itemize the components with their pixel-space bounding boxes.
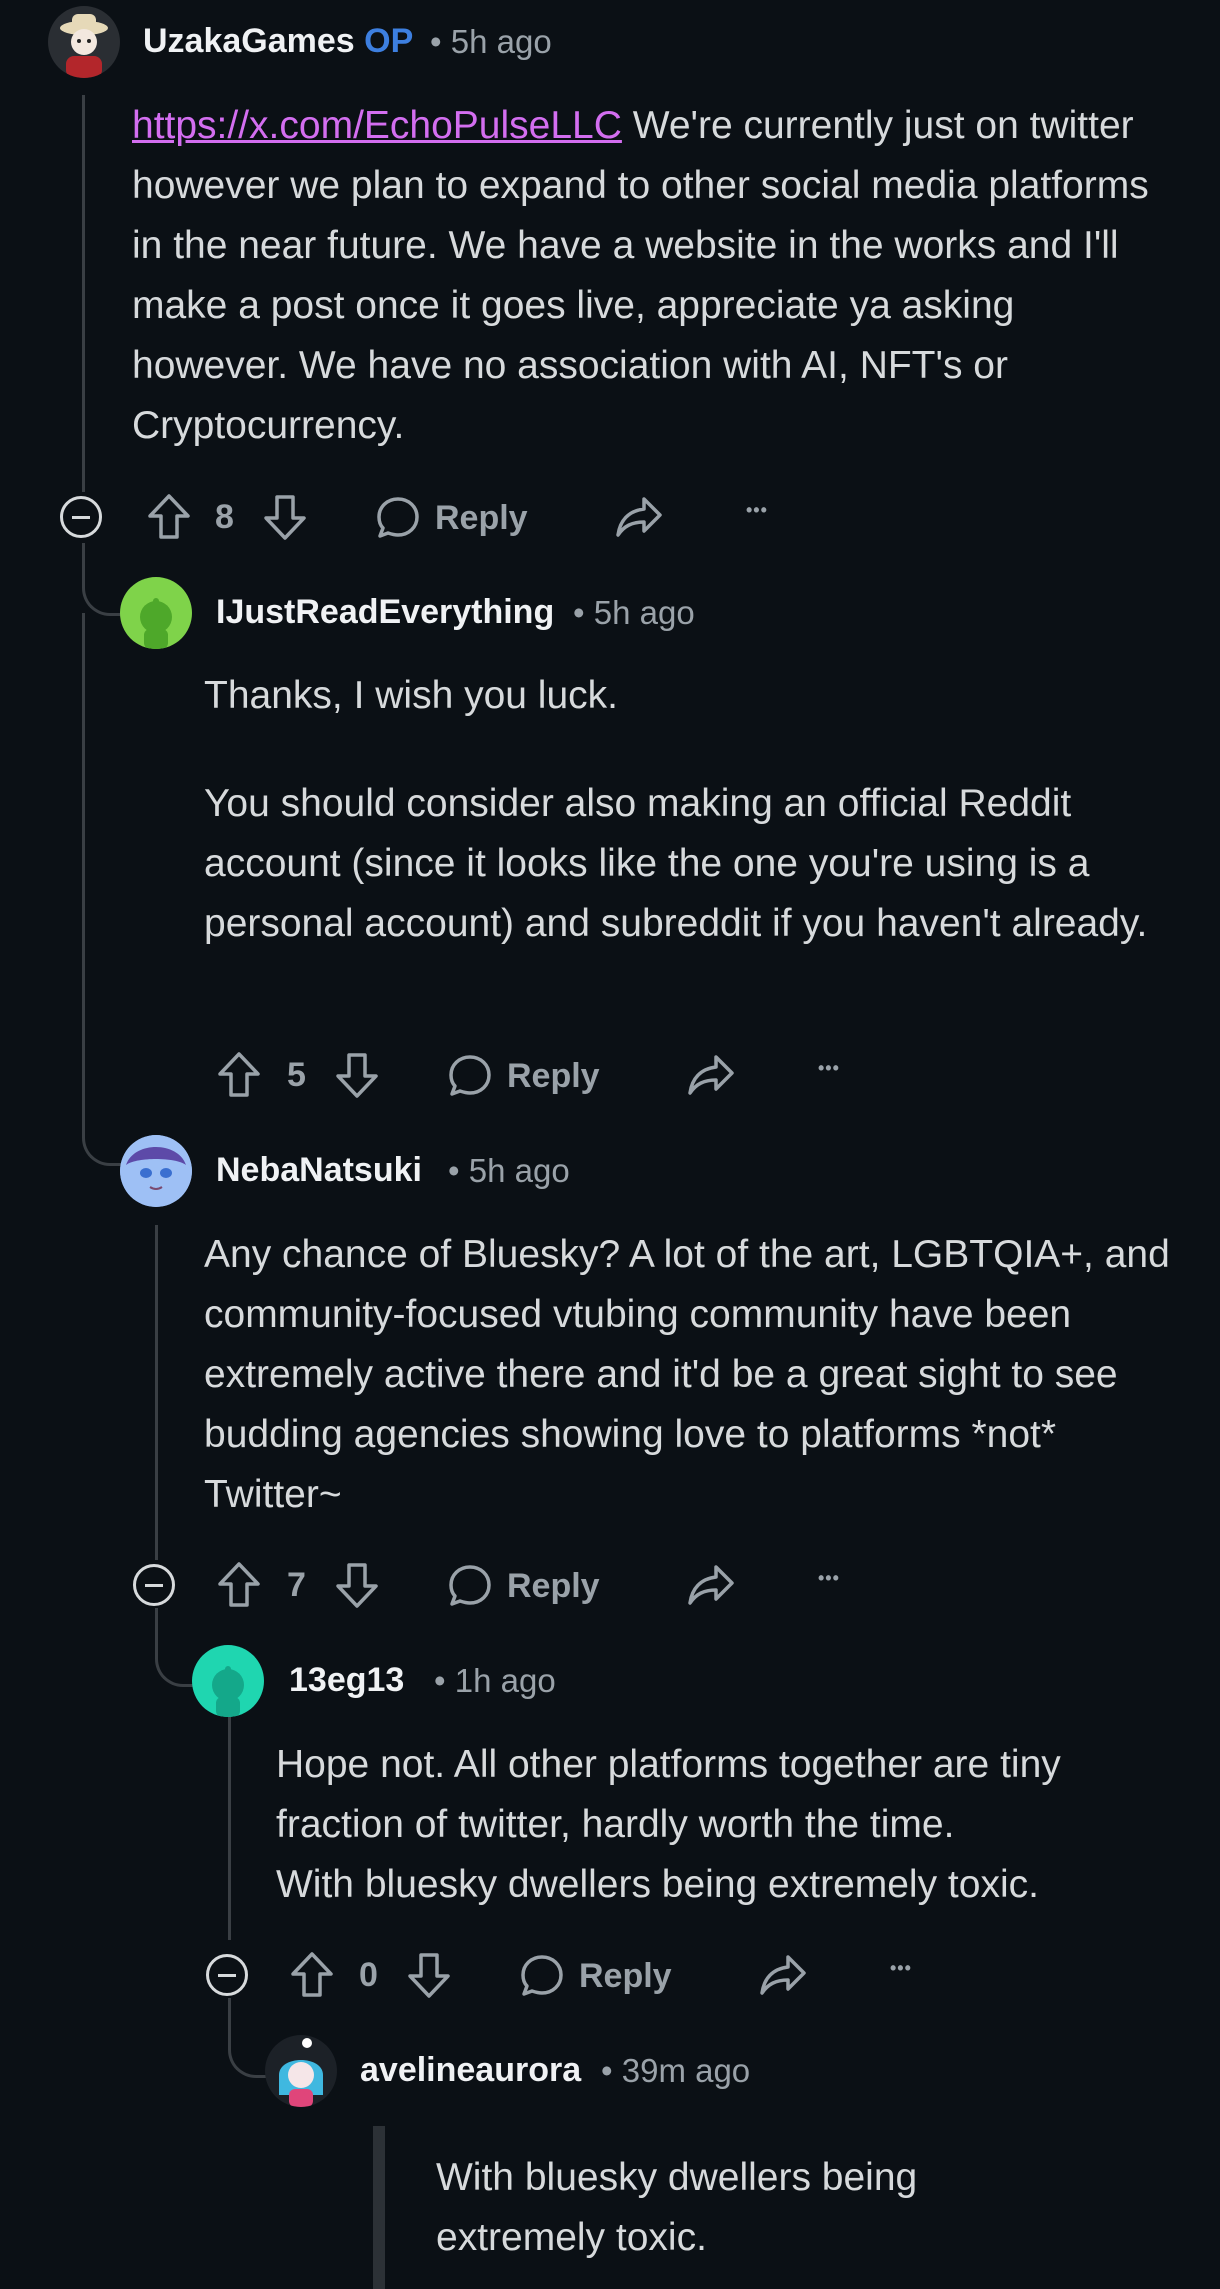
avatar[interactable] (120, 1135, 192, 1207)
username[interactable]: avelineaurora (360, 2051, 581, 2090)
share-arrow-icon[interactable] (614, 495, 664, 539)
snoo-avatar-icon (140, 598, 172, 649)
username[interactable]: IJustReadEverything (216, 593, 554, 632)
reply-button[interactable]: Reply (375, 495, 528, 541)
speech-bubble-icon (519, 1953, 565, 1999)
reply-button[interactable]: Reply (447, 1053, 600, 1099)
comment-body: Any chance of Bluesky? A lot of the art,… (204, 1233, 1170, 1516)
timestamp: • 39m ago (601, 2052, 751, 2089)
avatar[interactable] (265, 2035, 337, 2107)
upvote-arrow-icon[interactable] (289, 1950, 335, 2000)
vote-count: 8 (215, 498, 234, 536)
timestamp: • 1h ago (434, 1662, 556, 1699)
share-arrow-icon[interactable] (758, 1953, 808, 1997)
comment-body: https://x.com/EchoPulseLLC We're current… (132, 104, 1149, 447)
quoted-text: With bluesky dwellers being extremely to… (436, 2156, 918, 2259)
username[interactable]: 13eg13 (289, 1661, 404, 1700)
thread-line (82, 95, 85, 492)
more-options-button[interactable]: ••• (818, 1568, 840, 1589)
collapse-button[interactable] (60, 496, 102, 538)
more-options-button[interactable]: ••• (818, 1058, 840, 1079)
timestamp: • 5h ago (448, 1152, 570, 1189)
avatar[interactable] (48, 6, 120, 78)
collapse-button[interactable] (206, 1954, 248, 1996)
cowboy-avatar-icon (60, 14, 108, 78)
thread-line (155, 1225, 158, 1560)
paragraph: Thanks, I wish you luck. (204, 674, 618, 717)
downvote-arrow-icon[interactable] (334, 1050, 380, 1100)
avatar[interactable] (120, 577, 192, 649)
speech-bubble-icon (375, 495, 421, 541)
comment-line: With bluesky dwellers being extremely to… (276, 1863, 1039, 1906)
collapse-button[interactable] (133, 1564, 175, 1606)
upvote-arrow-icon[interactable] (146, 492, 192, 542)
timestamp: • 5h ago (430, 23, 552, 60)
comment-body: Thanks, I wish you luck. You should cons… (204, 666, 1174, 954)
username[interactable]: UzakaGames OP (143, 22, 413, 61)
snoo-avatar-icon (212, 1666, 244, 1717)
share-arrow-icon[interactable] (686, 1563, 736, 1607)
username[interactable]: NebaNatsuki (216, 1151, 422, 1190)
downvote-arrow-icon[interactable] (406, 1950, 452, 2000)
op-badge: OP (364, 22, 414, 60)
avatar[interactable] (192, 1645, 264, 1717)
speech-bubble-icon (447, 1053, 493, 1099)
downvote-arrow-icon[interactable] (334, 1560, 380, 1610)
vote-count: 5 (287, 1056, 306, 1094)
quote-bar (373, 2126, 385, 2289)
profile-link[interactable]: https://x.com/EchoPulseLLC (132, 104, 622, 147)
more-options-button[interactable]: ••• (890, 1958, 912, 1979)
comment-body: Hope not. All other platforms together a… (276, 1735, 1156, 1915)
vtuber-avatar-icon (120, 1135, 192, 1207)
vote-count: 0 (359, 1956, 378, 1994)
reply-button[interactable]: Reply (447, 1563, 600, 1609)
reply-button[interactable]: Reply (519, 1953, 672, 1999)
vote-count: 7 (287, 1566, 306, 1604)
upvote-arrow-icon[interactable] (216, 1560, 262, 1610)
paragraph: You should consider also making an offic… (204, 782, 1148, 945)
thread-line (228, 1715, 231, 1940)
downvote-arrow-icon[interactable] (262, 492, 308, 542)
upvote-arrow-icon[interactable] (216, 1050, 262, 1100)
anime-avatar-icon (279, 2038, 323, 2107)
comment-line: Hope not. All other platforms together a… (276, 1743, 1061, 1846)
timestamp: • 5h ago (573, 594, 695, 631)
thread-line (82, 613, 85, 1133)
share-arrow-icon[interactable] (686, 1053, 736, 1097)
speech-bubble-icon (447, 1563, 493, 1609)
more-options-button[interactable]: ••• (746, 500, 768, 521)
